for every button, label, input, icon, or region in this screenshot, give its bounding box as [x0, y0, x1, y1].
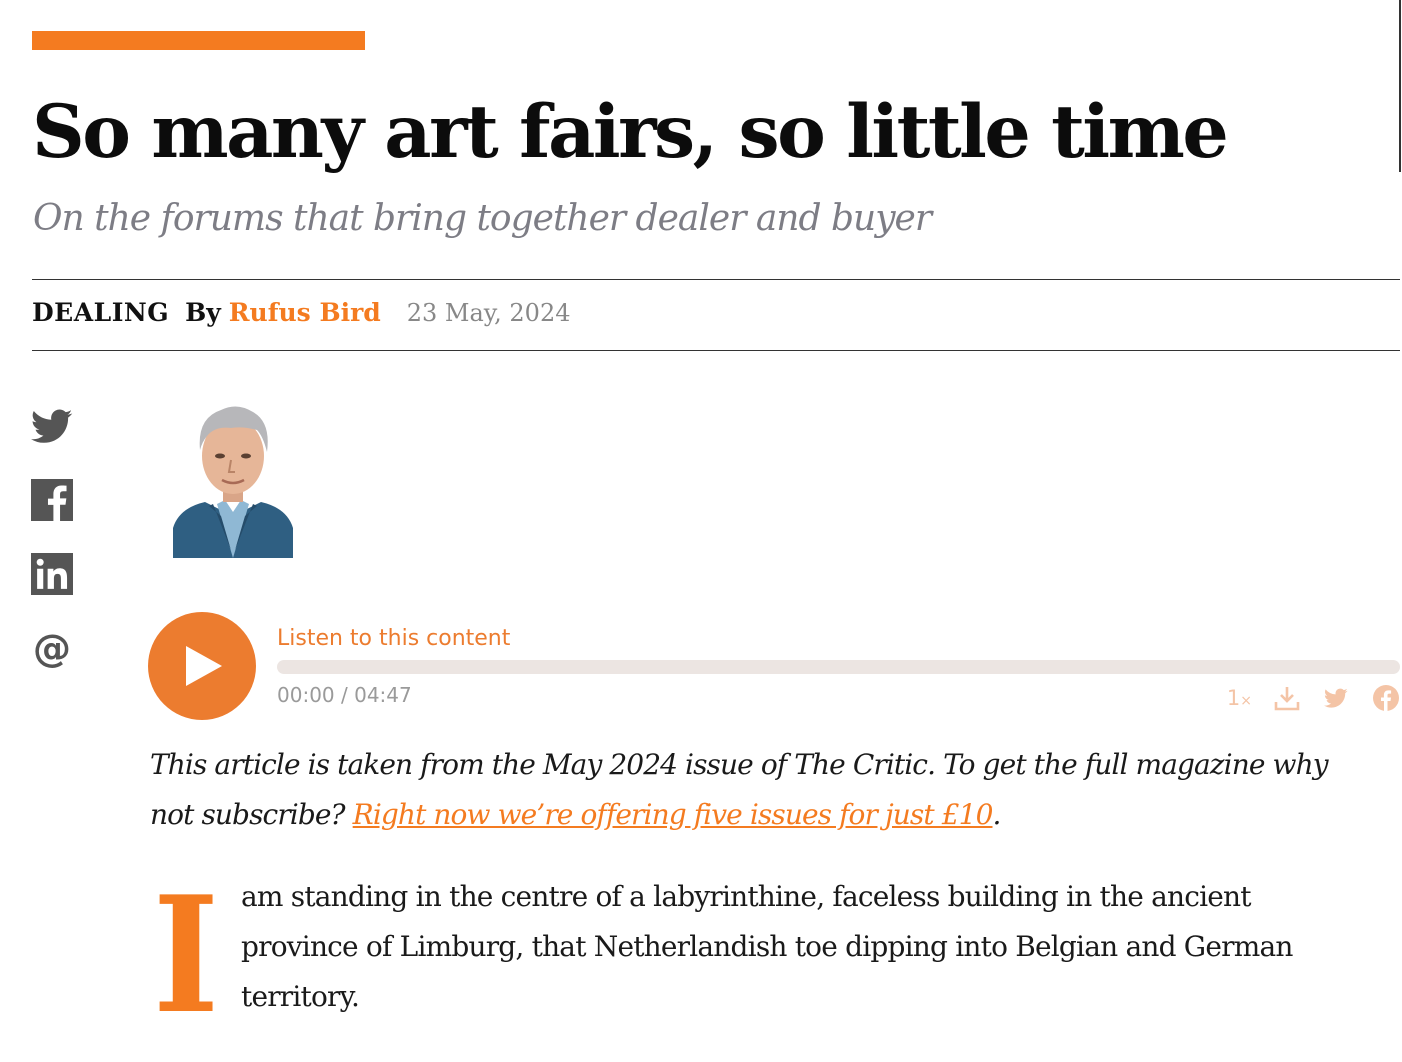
audio-download-button[interactable]: [1274, 685, 1300, 711]
article-subtitle: On the forums that bring together dealer…: [33, 198, 932, 239]
audio-share-facebook-button[interactable]: [1372, 684, 1400, 712]
author-link[interactable]: Rufus Bird: [229, 298, 381, 327]
share-facebook-button[interactable]: [31, 478, 73, 522]
audio-player: Listen to this content 00:00 / 04:47 1×: [148, 612, 1400, 720]
audio-progress-bar[interactable]: [277, 660, 1400, 674]
author-avatar: [173, 406, 293, 558]
article-title: So many art fairs, so little time: [32, 89, 1229, 175]
svg-text:@: @: [33, 627, 71, 670]
share-email-button[interactable]: @: [31, 626, 73, 670]
audio-controls: 1×: [1227, 684, 1400, 712]
share-bar: @: [31, 404, 75, 700]
listen-label: Listen to this content: [277, 626, 511, 651]
page-edge-rule: [1399, 0, 1401, 172]
subscription-intro: This article is taken from the May 2024 …: [150, 740, 1360, 840]
byline-label: By: [185, 298, 221, 327]
drop-cap: I: [153, 892, 219, 1012]
email-icon: @: [33, 627, 71, 670]
category-link[interactable]: DEALING: [32, 298, 169, 327]
subscribe-offer-link[interactable]: Right now we’re offering five issues for…: [353, 798, 994, 831]
meta-divider-top: [32, 279, 1400, 280]
intro-end: .: [992, 798, 1001, 831]
twitter-icon: [1324, 688, 1348, 708]
share-linkedin-button[interactable]: [31, 552, 73, 596]
article-meta: DEALING By Rufus Bird 23 May, 2024: [32, 298, 571, 332]
twitter-icon: [31, 409, 73, 443]
facebook-icon: [31, 479, 73, 521]
duration: 04:47: [354, 683, 412, 707]
share-twitter-button[interactable]: [31, 404, 73, 448]
drop-cap-letter: I: [153, 892, 219, 1012]
playback-speed-button[interactable]: 1×: [1227, 686, 1252, 710]
audio-share-twitter-button[interactable]: [1322, 686, 1350, 710]
play-icon: [186, 646, 222, 686]
time-separator: /: [334, 683, 355, 707]
play-button[interactable]: [148, 612, 256, 720]
linkedin-icon: [31, 553, 73, 595]
download-icon: [1274, 687, 1300, 711]
speed-value: 1: [1226, 686, 1241, 710]
meta-divider-bottom: [32, 350, 1400, 351]
audio-time: 00:00 / 04:47: [277, 683, 412, 707]
accent-bar: [32, 31, 365, 50]
article-body-paragraph: am standing in the centre of a labyrinth…: [241, 880, 1293, 1013]
facebook-icon: [1373, 685, 1399, 711]
current-time: 00:00: [277, 683, 335, 707]
publish-date: 23 May, 2024: [406, 299, 571, 327]
speed-suffix: ×: [1240, 693, 1252, 709]
